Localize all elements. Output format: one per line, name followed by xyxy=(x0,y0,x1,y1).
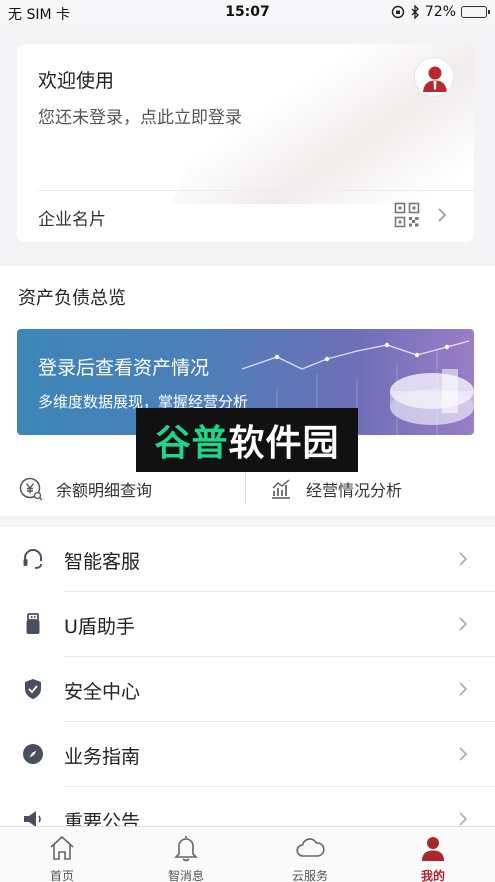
welcome-title: 欢迎使用 xyxy=(38,70,115,92)
tab-home[interactable]: 首页 xyxy=(0,827,124,882)
chevron-right-icon xyxy=(459,617,468,631)
watermark-text-white: 软件园 xyxy=(228,423,340,464)
cloud-icon xyxy=(296,838,325,857)
tab-messages[interactable]: 智消息 xyxy=(124,827,248,882)
battery-percent: 72% xyxy=(424,4,456,20)
watermark-text-green: 谷普 xyxy=(154,423,229,464)
balance-detail-label: 余额明细查询 xyxy=(56,481,153,500)
tab-mine[interactable]: 我的 xyxy=(371,827,495,882)
balance-detail-button[interactable]: 余额明细查询 xyxy=(18,476,152,502)
assets-section: 资产负债总览 登录后查看资产情况 多维度数据展现，掌握经营分析 余额明细查询 经… xyxy=(0,266,495,516)
business-analysis-label: 经营情况分析 xyxy=(306,481,403,500)
rotation-lock-icon xyxy=(391,5,405,19)
chevron-right-icon xyxy=(459,682,468,696)
quick-actions: 余额明细查询 经营情况分析 xyxy=(0,466,495,511)
megaphone-icon xyxy=(24,811,41,827)
compass-icon xyxy=(23,744,43,764)
business-card-row[interactable]: 企业名片 xyxy=(17,191,474,242)
section-title: 资产负债总览 xyxy=(18,288,126,309)
menu-label: 重要公告 xyxy=(64,811,141,827)
menu-label: U盾助手 xyxy=(64,616,135,638)
menu-item-customer-service[interactable]: 智能客服 xyxy=(0,527,495,592)
tab-cloud-services[interactable]: 云服务 xyxy=(248,827,372,882)
bell-icon xyxy=(174,836,198,862)
tab-label: 我的 xyxy=(420,869,445,882)
bar-chart-icon xyxy=(272,479,290,499)
menu-label: 业务指南 xyxy=(64,746,141,768)
headset-icon xyxy=(23,549,42,569)
login-prompt-link[interactable]: 您还未登录，点此立即登录 xyxy=(38,103,242,128)
chevron-right-icon xyxy=(459,812,468,826)
user-avatar-icon xyxy=(423,66,447,92)
shield-icon xyxy=(25,679,41,699)
profile-card[interactable]: 欢迎使用 您还未登录，点此立即登录 企业名片 xyxy=(17,44,474,242)
bottom-tab-bar: 首页 智消息 云服务 我的 xyxy=(0,826,495,882)
tab-label: 智消息 xyxy=(167,869,204,882)
quick-divider xyxy=(245,472,246,504)
menu-label: 智能客服 xyxy=(64,551,141,573)
business-card-label: 企业名片 xyxy=(38,210,106,230)
menu-item-security-center[interactable]: 安全中心 xyxy=(0,657,495,722)
bluetooth-icon xyxy=(411,5,419,19)
business-analysis-button[interactable]: 经营情况分析 xyxy=(268,476,402,502)
battery-icon xyxy=(461,6,490,18)
status-right-group: 72% xyxy=(391,4,490,20)
yen-search-icon xyxy=(19,477,43,501)
qr-code-icon[interactable] xyxy=(394,202,420,228)
service-menu: 智能客服 U盾助手 安全中心 业务指南 重要公告 xyxy=(0,527,495,827)
avatar[interactable] xyxy=(414,57,454,97)
home-icon xyxy=(50,835,74,860)
chevron-right-icon xyxy=(459,552,468,566)
status-bar: 无 SIM 卡 15:07 72% xyxy=(0,0,495,26)
banner-title: 登录后查看资产情况 xyxy=(38,357,210,379)
chevron-right-icon xyxy=(459,747,468,761)
tab-label: 云服务 xyxy=(291,869,328,882)
usb-key-icon xyxy=(26,613,40,634)
menu-item-ukey-assistant[interactable]: U盾助手 xyxy=(0,592,495,657)
menu-item-announcements[interactable]: 重要公告 xyxy=(0,787,495,827)
tab-label: 首页 xyxy=(49,869,74,882)
menu-item-business-guide[interactable]: 业务指南 xyxy=(0,722,495,787)
watermark-logo: 谷普 软件园 xyxy=(136,408,358,472)
menu-label: 安全中心 xyxy=(64,681,141,703)
person-icon xyxy=(422,837,444,861)
chevron-right-icon xyxy=(438,208,447,222)
